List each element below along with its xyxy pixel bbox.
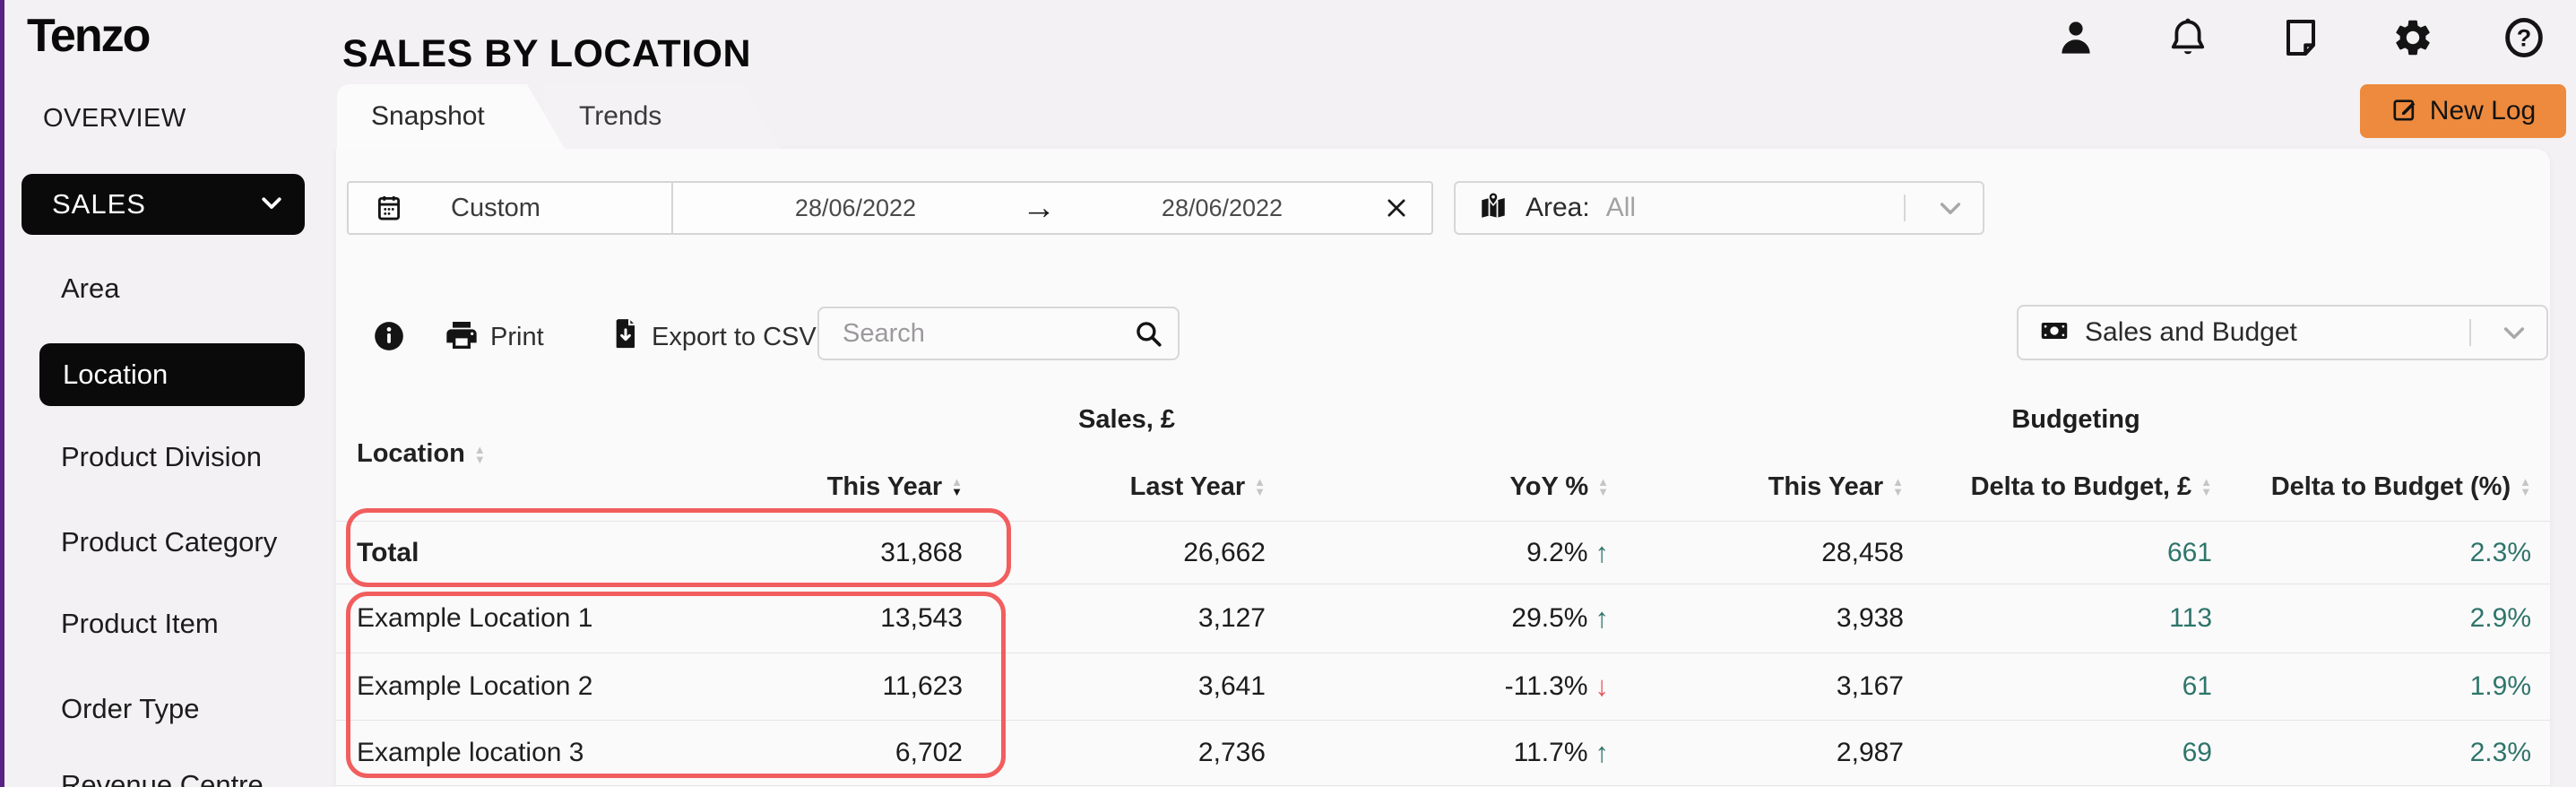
date-from-value[interactable]: 28/06/2022 bbox=[695, 195, 1016, 222]
column-header-yoy[interactable]: YoY % ▲ ▼ bbox=[1266, 472, 1609, 502]
date-mode-value: Custom bbox=[451, 193, 540, 222]
table-row[interactable]: Example Location 2 11,623 3,641 -11.3% ↓ … bbox=[336, 653, 2550, 720]
profile-icon[interactable] bbox=[2054, 16, 2097, 59]
view-mode-value: Sales and Budget bbox=[2085, 317, 2297, 347]
sidebar-item-revenue-centre[interactable]: Revenue Centre bbox=[61, 769, 264, 787]
info-icon[interactable] bbox=[372, 319, 406, 353]
map-pin-icon bbox=[1477, 190, 1509, 227]
date-range-section: 28/06/2022 → 28/06/2022 bbox=[673, 183, 1431, 233]
group-header-budgeting: Budgeting bbox=[2011, 405, 2140, 434]
area-filter-label: Area: bbox=[1526, 193, 1590, 222]
calendar-icon bbox=[374, 193, 404, 223]
column-header-last-year[interactable]: Last Year ▲ ▼ bbox=[963, 472, 1266, 502]
edit-pencil-icon bbox=[2390, 95, 2419, 128]
divider bbox=[336, 785, 2550, 786]
print-icon[interactable] bbox=[444, 317, 480, 353]
sidebar-item-order-type[interactable]: Order Type bbox=[61, 693, 200, 725]
trend-up-icon: ↑ bbox=[1595, 602, 1610, 634]
sort-icon[interactable]: ▲ ▼ bbox=[951, 476, 963, 497]
money-icon bbox=[2038, 315, 2070, 351]
tab-snapshot[interactable]: Snapshot bbox=[337, 84, 565, 149]
date-to-value[interactable]: 28/06/2022 bbox=[1061, 195, 1383, 222]
table-row[interactable]: Example location 3 6,702 2,736 11.7% ↑ 2,… bbox=[336, 720, 2550, 785]
clear-date-icon[interactable] bbox=[1383, 195, 1410, 221]
column-header-delta-gbp[interactable]: Delta to Budget, £ ▲ ▼ bbox=[1904, 472, 2212, 502]
sort-icon[interactable]: ▲ ▼ bbox=[1254, 476, 1266, 497]
sidebar-item-product-item[interactable]: Product Item bbox=[61, 608, 219, 640]
sidebar-sales-label: SALES bbox=[52, 188, 146, 220]
sidebar-item-product-division[interactable]: Product Division bbox=[61, 441, 262, 473]
app-window: Tenzo OVERVIEW SALES Area Location Produ… bbox=[0, 0, 2576, 787]
column-header-location[interactable]: Location ▲ ▼ bbox=[357, 439, 486, 469]
column-header-this-year[interactable]: This Year ▲ ▼ bbox=[730, 472, 963, 502]
svg-text:?: ? bbox=[2517, 25, 2532, 52]
divider bbox=[1904, 195, 1906, 221]
sidebar-item-product-category[interactable]: Product Category bbox=[61, 526, 277, 558]
area-filter-dropdown[interactable]: Area: All bbox=[1454, 181, 1984, 235]
settings-gear-icon[interactable] bbox=[2391, 16, 2434, 59]
sort-icon[interactable]: ▲ ▼ bbox=[474, 444, 486, 465]
sidebar-item-location[interactable]: Location bbox=[39, 343, 305, 406]
sidebar-item-sales[interactable]: SALES bbox=[22, 174, 305, 235]
trend-up-icon: ↑ bbox=[1595, 536, 1610, 568]
help-icon[interactable]: ? bbox=[2503, 16, 2546, 59]
content-card: Custom 28/06/2022 → 28/06/2022 Area: All bbox=[336, 149, 2550, 787]
area-filter-value: All bbox=[1605, 193, 1637, 222]
sort-icon[interactable]: ▲ ▼ bbox=[2520, 476, 2531, 497]
sidebar-item-area[interactable]: Area bbox=[61, 272, 119, 305]
search-icon[interactable] bbox=[1133, 318, 1163, 349]
chevron-down-icon[interactable] bbox=[2500, 318, 2528, 347]
chevron-down-icon bbox=[258, 189, 285, 221]
view-mode-dropdown[interactable]: Sales and Budget bbox=[2017, 305, 2548, 360]
chevron-down-icon[interactable] bbox=[1936, 194, 1965, 222]
column-header-row: This Year ▲ ▼ Last Year ▲ ▼ YoY % ▲ ▼ This … bbox=[336, 468, 2550, 506]
left-edge-accent bbox=[0, 0, 4, 787]
page-title: SALES BY LOCATION bbox=[342, 32, 752, 75]
column-header-budget-this-year[interactable]: This Year ▲ ▼ bbox=[1609, 472, 1904, 502]
sort-icon[interactable]: ▲ ▼ bbox=[1597, 476, 1609, 497]
export-csv-button[interactable]: Export to CSV bbox=[652, 323, 817, 352]
trend-down-icon: ↓ bbox=[1595, 670, 1610, 702]
tenzo-logo[interactable]: Tenzo bbox=[27, 9, 151, 63]
date-range-filter[interactable]: Custom 28/06/2022 → 28/06/2022 bbox=[347, 181, 1433, 235]
table-row[interactable]: Example Location 1 13,543 3,127 29.5% ↑ 3… bbox=[336, 584, 2550, 653]
search-input[interactable] bbox=[817, 307, 1180, 360]
column-header-delta-pct[interactable]: Delta to Budget (%) ▲ ▼ bbox=[2212, 472, 2531, 502]
sort-icon[interactable]: ▲ ▼ bbox=[1892, 476, 1904, 497]
sidebar-item-overview[interactable]: OVERVIEW bbox=[43, 104, 186, 134]
export-csv-icon[interactable] bbox=[608, 316, 644, 351]
trend-up-icon: ↑ bbox=[1595, 737, 1610, 768]
group-header-sales: Sales, £ bbox=[1077, 405, 1176, 434]
new-log-button[interactable]: New Log bbox=[2360, 84, 2566, 138]
divider bbox=[2469, 319, 2471, 346]
print-button[interactable]: Print bbox=[490, 323, 544, 352]
notes-icon[interactable] bbox=[2279, 16, 2322, 59]
search-box bbox=[817, 307, 1180, 360]
table-row-total[interactable]: Total 31,868 26,662 9.2% ↑ 28,458 661 2.3… bbox=[336, 521, 2550, 584]
tab-trends[interactable]: Trends bbox=[545, 84, 780, 149]
sort-icon[interactable]: ▲ ▼ bbox=[2200, 476, 2212, 497]
notifications-bell-icon[interactable] bbox=[2166, 16, 2209, 59]
date-mode-section[interactable]: Custom bbox=[349, 183, 673, 233]
arrow-right-icon: → bbox=[1022, 188, 1056, 227]
